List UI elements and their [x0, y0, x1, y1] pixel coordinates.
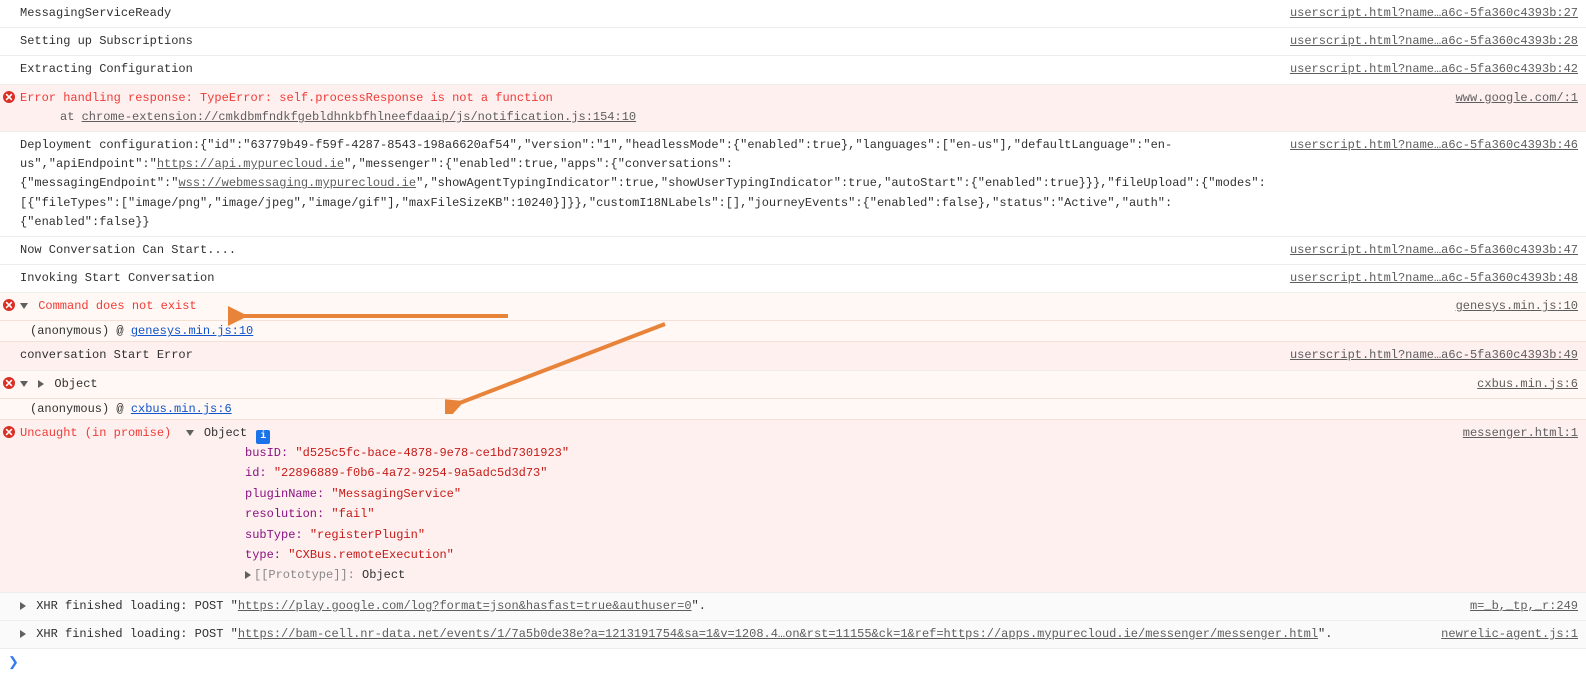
source-link[interactable]: userscript.html?name…a6c-5fa360c4393b:28 [1290, 32, 1578, 51]
obj-key: resolution: [245, 507, 324, 521]
obj-value: Object [362, 568, 405, 582]
log-message: Deployment configuration:{"id":"63779b49… [20, 136, 1290, 232]
console-log-row: Setting up Subscriptions userscript.html… [0, 28, 1586, 56]
log-message: Invoking Start Conversation [20, 269, 1290, 288]
endpoint-link[interactable]: wss://webmessaging.mypurecloud.ie [178, 176, 416, 190]
source-link[interactable]: genesys.min.js:10 [1456, 297, 1578, 316]
obj-value: "CXBus.remoteExecution" [288, 548, 454, 562]
xhr-suffix: ". [1318, 627, 1332, 641]
source-link[interactable]: www.google.com/:1 [1456, 89, 1578, 108]
source-link[interactable]: userscript.html?name…a6c-5fa360c4393b:42 [1290, 60, 1578, 79]
stack-trace-row: (anonymous) @ genesys.min.js:10 [0, 321, 1586, 342]
obj-key: type: [245, 548, 281, 562]
error-message: Error handling response: TypeError: self… [20, 91, 553, 105]
stack-link[interactable]: chrome-extension://cmkdbmfndkfgebldhnkbf… [82, 110, 637, 124]
console-log-row: MessagingServiceReady userscript.html?na… [0, 0, 1586, 28]
obj-key: [[Prototype]]: [254, 568, 355, 582]
xhr-url[interactable]: https://bam-cell.nr-data.net/events/1/7a… [238, 627, 1318, 641]
collapse-toggle-icon[interactable] [245, 571, 251, 579]
source-link[interactable]: userscript.html?name…a6c-5fa360c4393b:47 [1290, 241, 1578, 260]
stack-trace-row: (anonymous) @ cxbus.min.js:6 [0, 399, 1586, 420]
source-link[interactable]: userscript.html?name…a6c-5fa360c4393b:48 [1290, 269, 1578, 288]
source-link[interactable]: m=_b,_tp,_r:249 [1470, 597, 1578, 616]
source-link[interactable]: newrelic-agent.js:1 [1441, 625, 1578, 644]
console-log-row: Invoking Start Conversation userscript.h… [0, 265, 1586, 293]
endpoint-link[interactable]: https://api.mypurecloud.ie [157, 157, 344, 171]
xhr-prefix: XHR finished loading: POST " [36, 627, 238, 641]
obj-key: subType: [245, 528, 303, 542]
source-link[interactable]: userscript.html?name…a6c-5fa360c4393b:49 [1290, 346, 1578, 365]
console-log-row: Now Conversation Can Start.... userscrip… [0, 237, 1586, 265]
collapse-toggle-icon[interactable] [38, 380, 44, 388]
stack-link[interactable]: cxbus.min.js:6 [131, 402, 232, 416]
obj-value: "MessagingService" [331, 487, 461, 501]
log-message: Extracting Configuration [20, 60, 1290, 79]
at-symbol: @ [116, 402, 123, 416]
anonymous-label: (anonymous) [30, 402, 109, 416]
log-message: conversation Start Error [20, 346, 1290, 365]
xhr-prefix: XHR finished loading: POST " [36, 599, 238, 613]
expand-toggle-icon[interactable] [186, 430, 194, 436]
console-log-row: Extracting Configuration userscript.html… [0, 56, 1586, 84]
object-label[interactable]: Object [204, 426, 247, 440]
log-message: MessagingServiceReady [20, 4, 1290, 23]
error-icon [3, 299, 15, 311]
source-link[interactable]: userscript.html?name…a6c-5fa360c4393b:27 [1290, 4, 1578, 23]
obj-key: id: [245, 466, 267, 480]
console-xhr-row: XHR finished loading: POST "https://bam-… [0, 621, 1586, 649]
console-log-row: Deployment configuration:{"id":"63779b49… [0, 132, 1586, 237]
error-icon [3, 377, 15, 389]
anonymous-label: (anonymous) [30, 324, 109, 338]
expand-toggle-icon[interactable] [20, 381, 28, 387]
obj-value: "fail" [331, 507, 374, 521]
expand-toggle-icon[interactable] [20, 303, 28, 309]
obj-value: "d525c5fc-bace-4878-9e78-ce1bd7301923" [295, 446, 569, 460]
error-message: Command does not exist [38, 299, 196, 313]
obj-key: busID: [245, 446, 288, 460]
xhr-suffix: ". [692, 599, 706, 613]
stack-link[interactable]: genesys.min.js:10 [131, 324, 253, 338]
stack-at: at [60, 110, 82, 124]
source-link[interactable]: messenger.html:1 [1463, 424, 1578, 443]
error-icon [3, 426, 15, 438]
info-icon[interactable]: i [256, 430, 270, 444]
console-error-row: Command does not exist genesys.min.js:10 [0, 293, 1586, 321]
error-icon [3, 91, 15, 103]
object-label[interactable]: Object [54, 377, 97, 391]
at-symbol: @ [116, 324, 123, 338]
console-prompt[interactable]: ❯ [0, 649, 1586, 676]
source-link[interactable]: cxbus.min.js:6 [1477, 375, 1578, 394]
collapse-toggle-icon[interactable] [20, 602, 26, 610]
console-error-row: conversation Start Error userscript.html… [0, 342, 1586, 370]
xhr-url[interactable]: https://play.google.com/log?format=json&… [238, 599, 692, 613]
obj-value: "22896889-f0b6-4a72-9254-9a5adc5d3d73" [274, 466, 548, 480]
log-message: Now Conversation Can Start.... [20, 241, 1290, 260]
obj-value: "registerPlugin" [310, 528, 425, 542]
console-error-row: Error handling response: TypeError: self… [0, 85, 1586, 132]
collapse-toggle-icon[interactable] [20, 630, 26, 638]
console-xhr-row: XHR finished loading: POST "https://play… [0, 593, 1586, 621]
uncaught-label: Uncaught (in promise) [20, 426, 171, 440]
console-error-row: Object cxbus.min.js:6 [0, 371, 1586, 399]
source-link[interactable]: userscript.html?name…a6c-5fa360c4393b:46 [1290, 136, 1578, 155]
log-message: Setting up Subscriptions [20, 32, 1290, 51]
console-error-row: Uncaught (in promise) Object i busID: "d… [0, 420, 1586, 593]
obj-key: pluginName: [245, 487, 324, 501]
